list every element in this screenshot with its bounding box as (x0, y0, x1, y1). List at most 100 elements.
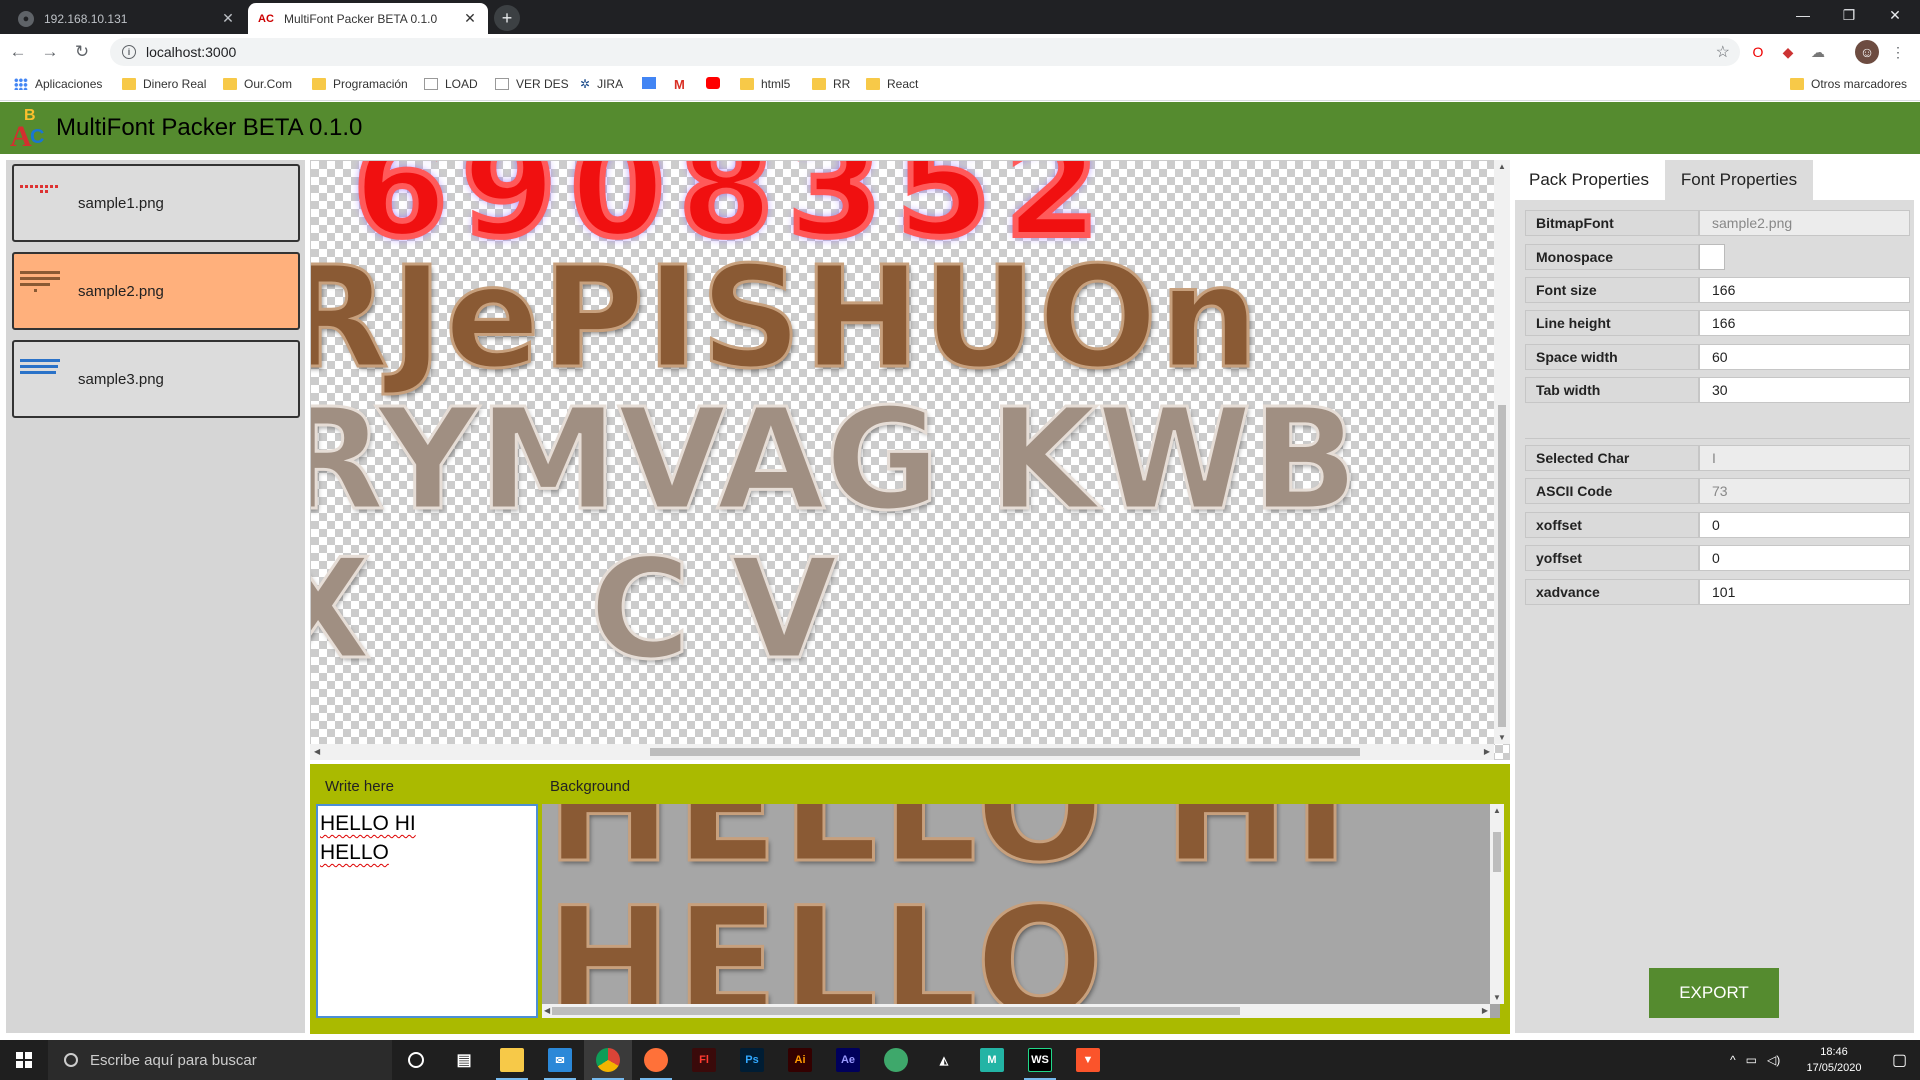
scroll-right-icon[interactable]: ▶ (1484, 747, 1490, 756)
browser-tab-1[interactable]: ● 192.168.10.131 ✕ (8, 3, 246, 34)
network-icon[interactable]: ▭ (1746, 1053, 1757, 1067)
scrollbar-thumb[interactable] (552, 1007, 1240, 1015)
scrollbar-thumb[interactable] (650, 748, 1360, 756)
scroll-down-icon[interactable]: ▼ (1498, 733, 1506, 742)
write-here-label: Write here (325, 778, 394, 795)
scrollbar-thumb[interactable] (1498, 405, 1506, 727)
bookmark-aplicaciones[interactable]: Aplicaciones (14, 77, 102, 91)
youtube-icon (706, 77, 720, 89)
scrollbar-thumb[interactable] (1493, 832, 1501, 872)
tab-title: 192.168.10.131 (44, 11, 128, 26)
scroll-left-icon[interactable]: ◀ (314, 747, 320, 756)
tab-title: MultiFont Packer BETA 0.1.0 (284, 11, 438, 26)
maximize-button[interactable]: ❐ (1826, 0, 1872, 30)
webstorm-icon[interactable]: WS (1016, 1040, 1064, 1080)
prop-monospace: Monospace (1525, 244, 1910, 270)
chevron-up-icon[interactable]: ^ (1730, 1053, 1736, 1067)
chrome-icon[interactable] (584, 1040, 632, 1080)
minimize-button[interactable]: — (1780, 0, 1826, 30)
bookmark-dinero-real[interactable]: Dinero Real (122, 77, 206, 91)
bookmark-gmail[interactable]: M (674, 77, 692, 92)
xoffset-input[interactable]: 0 (1699, 512, 1910, 538)
bookmark-html5[interactable]: html5 (740, 77, 790, 91)
preview-horizontal-scrollbar[interactable]: ◀ ▶ (542, 1004, 1490, 1018)
scroll-up-icon[interactable]: ▲ (1493, 806, 1501, 815)
bookmark-our-com[interactable]: Our.Com (223, 77, 292, 91)
m-icon[interactable]: M (968, 1040, 1016, 1080)
scroll-left-icon[interactable]: ◀ (544, 1006, 550, 1015)
info-icon[interactable]: i (122, 45, 136, 59)
file-name: sample3.png (78, 370, 164, 388)
spritesheet-canvas[interactable]: 6908352 RJePISHUOn RYMVAG KWB X CV (310, 160, 1510, 760)
bookmark-load[interactable]: LOAD (424, 77, 478, 91)
glyph-row[interactable]: RYMVAG KWB (311, 389, 1360, 532)
yoffset-input[interactable]: 0 (1699, 545, 1910, 571)
write-here-textarea[interactable]: HELLO HI HELLO (316, 804, 538, 1018)
after-effects-icon[interactable]: Ae (824, 1040, 872, 1080)
file-item-sample3[interactable]: sample3.png (12, 340, 300, 418)
bookmark-jira[interactable]: ✲ JIRA (580, 77, 623, 91)
cloud-icon[interactable]: ☁ (1808, 42, 1828, 62)
volume-icon[interactable]: ◁) (1767, 1053, 1780, 1067)
glyph-row[interactable]: X CV (311, 539, 878, 680)
app-icon[interactable] (872, 1040, 920, 1080)
export-button[interactable]: EXPORT (1649, 968, 1779, 1018)
tab-pack-properties[interactable]: Pack Properties (1515, 160, 1663, 200)
bookmark-youtube[interactable] (706, 77, 727, 89)
bookmark-translate[interactable] (642, 77, 663, 89)
xadvance-input[interactable]: 101 (1699, 579, 1910, 605)
file-list-panel: sample1.png sample2.png sample3.png (6, 160, 305, 1033)
address-bar[interactable]: i localhost:3000 ☆ (110, 38, 1740, 66)
file-item-sample1[interactable]: sample1.png (12, 164, 300, 242)
forward-button[interactable]: → (36, 38, 64, 66)
folder-icon (812, 78, 826, 90)
scroll-down-icon[interactable]: ▼ (1493, 993, 1501, 1002)
notifications-icon[interactable]: ▢ (1892, 1040, 1907, 1080)
system-tray[interactable]: ^ ▭ ◁) (1730, 1040, 1780, 1080)
scroll-up-icon[interactable]: ▲ (1498, 162, 1506, 171)
flash-icon[interactable]: Fl (680, 1040, 728, 1080)
task-view-icon[interactable]: ▤ (440, 1040, 488, 1080)
canvas-horizontal-scrollbar[interactable]: ◀ ▶ (310, 744, 1494, 760)
bookmark-rr[interactable]: RR (812, 77, 850, 91)
tab-font-properties[interactable]: Font Properties (1665, 160, 1813, 200)
start-button[interactable] (0, 1040, 48, 1080)
unity-icon[interactable]: ◭ (920, 1040, 968, 1080)
close-window-button[interactable]: ✕ (1872, 0, 1918, 30)
new-tab-button[interactable]: + (494, 5, 520, 31)
extension-icon[interactable]: ◆ (1778, 42, 1798, 62)
tab-width-input[interactable]: 30 (1699, 377, 1910, 403)
canvas-vertical-scrollbar[interactable]: ▲ ▼ (1494, 160, 1510, 744)
bookmark-react[interactable]: React (866, 77, 918, 91)
system-clock[interactable]: 18:46 17/05/2020 (1790, 1044, 1878, 1076)
line-height-input[interactable]: 166 (1699, 310, 1910, 336)
scroll-right-icon[interactable]: ▶ (1482, 1006, 1488, 1015)
preview-vertical-scrollbar[interactable]: ▲ ▼ (1490, 804, 1504, 1004)
space-width-input[interactable]: 60 (1699, 344, 1910, 370)
photoshop-icon[interactable]: Ps (728, 1040, 776, 1080)
taskbar-search[interactable]: Escribe aquí para buscar (48, 1040, 392, 1080)
file-item-sample2[interactable]: sample2.png (12, 252, 300, 330)
prop-key: BitmapFont (1525, 210, 1699, 236)
mail-icon[interactable]: ✉ (536, 1040, 584, 1080)
bookmark-otros-marcadores[interactable]: Otros marcadores (1790, 77, 1907, 91)
bookmark-programacion[interactable]: Programación (312, 77, 408, 91)
opera-icon[interactable]: O (1748, 42, 1768, 62)
cortana-icon[interactable] (392, 1040, 440, 1080)
avatar[interactable]: ☺ (1855, 40, 1879, 64)
glyph-row[interactable]: RJePISHUOn (311, 247, 1261, 390)
star-icon[interactable]: ☆ (1716, 42, 1730, 62)
file-explorer-icon[interactable] (488, 1040, 536, 1080)
illustrator-icon[interactable]: Ai (776, 1040, 824, 1080)
bookmark-ver-des[interactable]: VER DES (495, 77, 569, 91)
monospace-checkbox[interactable] (1699, 244, 1725, 270)
browser-tab-2[interactable]: AC MultiFont Packer BETA 0.1.0 ✕ (248, 3, 488, 34)
close-icon[interactable]: ✕ (220, 10, 236, 27)
font-size-input[interactable]: 166 (1699, 277, 1910, 303)
firefox-icon[interactable] (632, 1040, 680, 1080)
menu-icon[interactable]: ⋮ (1888, 42, 1908, 62)
close-icon[interactable]: ✕ (462, 10, 478, 27)
brave-icon[interactable]: ▼ (1064, 1040, 1112, 1080)
reload-button[interactable]: ↻ (68, 38, 96, 66)
back-button[interactable]: ← (4, 38, 32, 66)
